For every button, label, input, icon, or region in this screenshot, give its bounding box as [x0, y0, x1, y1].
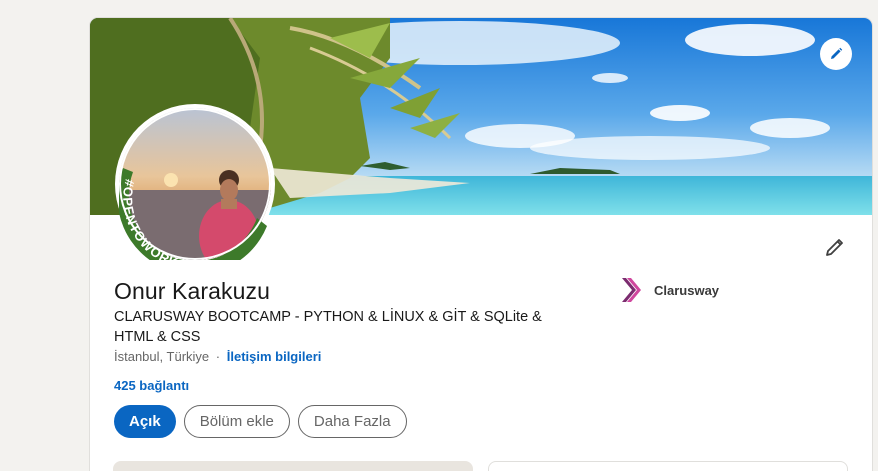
next-card-left — [113, 461, 473, 471]
edit-profile-button[interactable] — [822, 234, 848, 260]
contact-info-link[interactable]: İletişim bilgileri — [227, 349, 322, 364]
edit-cover-button[interactable] — [820, 38, 852, 70]
add-section-button[interactable]: Bölüm ekle — [183, 405, 290, 438]
profile-actions: Açık Bölüm ekle Daha Fazla — [114, 405, 407, 438]
clarusway-logo-icon — [622, 278, 641, 302]
company-name: Clarusway — [654, 282, 720, 298]
pencil-icon — [831, 47, 843, 59]
profile-headline: CLARUSWAY BOOTCAMP - PYTHON & LİNUX & Gİ… — [114, 309, 542, 345]
next-card-right — [488, 461, 848, 471]
connections-link[interactable]: 425 bağlantı — [114, 378, 189, 393]
more-button[interactable]: Daha Fazla — [297, 405, 407, 438]
separator: · — [215, 349, 221, 364]
location-text: İstanbul, Türkiye — [114, 349, 210, 364]
location-row: İstanbul, Türkiye · İletişim bilgileri — [114, 349, 321, 364]
profile-name: Onur Karakuzu — [114, 278, 270, 304]
avatar: #OPENTOWORK — [119, 108, 271, 260]
profile-card: #OPENTOWORK Onur Karakuzu CLARUSWAY BOOT… — [90, 18, 872, 471]
pencil-icon — [826, 239, 843, 256]
profile-photo[interactable]: #OPENTOWORK — [115, 104, 275, 264]
open-to-button[interactable]: Açık — [114, 405, 176, 438]
current-company[interactable]: Clarusway — [620, 277, 719, 303]
